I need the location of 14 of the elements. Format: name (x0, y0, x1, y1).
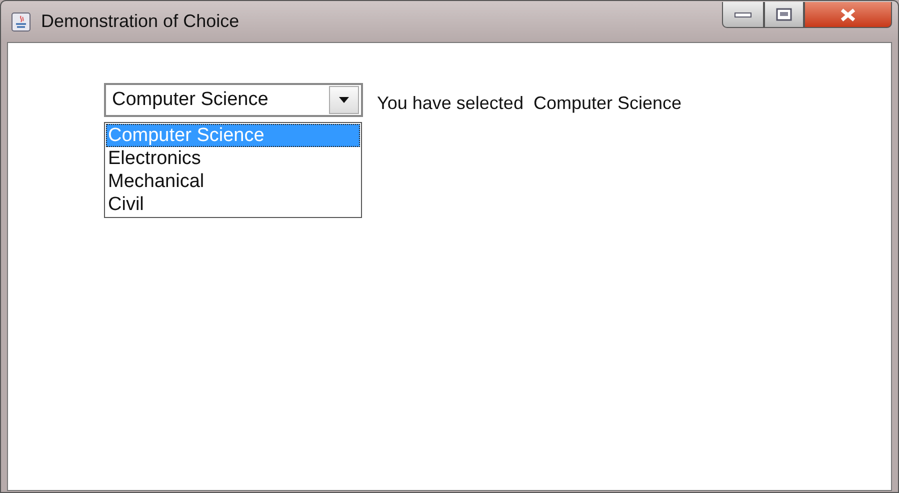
maximize-button[interactable] (764, 2, 804, 28)
selection-label: You have selected Computer Science (377, 92, 682, 115)
app-icon (11, 12, 31, 32)
choice-dropdown[interactable]: Computer Science (104, 83, 363, 117)
close-icon (839, 8, 857, 22)
window-title: Demonstration of Choice (41, 10, 240, 33)
minimize-button[interactable] (722, 2, 764, 28)
dropdown-option[interactable]: Mechanical (106, 170, 360, 193)
dropdown-option[interactable]: Civil (106, 193, 360, 216)
maximize-icon (776, 8, 792, 21)
dropdown-option[interactable]: Electronics (106, 147, 360, 170)
minimize-icon (734, 12, 752, 18)
caret-icon (339, 97, 349, 103)
close-button[interactable] (804, 2, 892, 28)
